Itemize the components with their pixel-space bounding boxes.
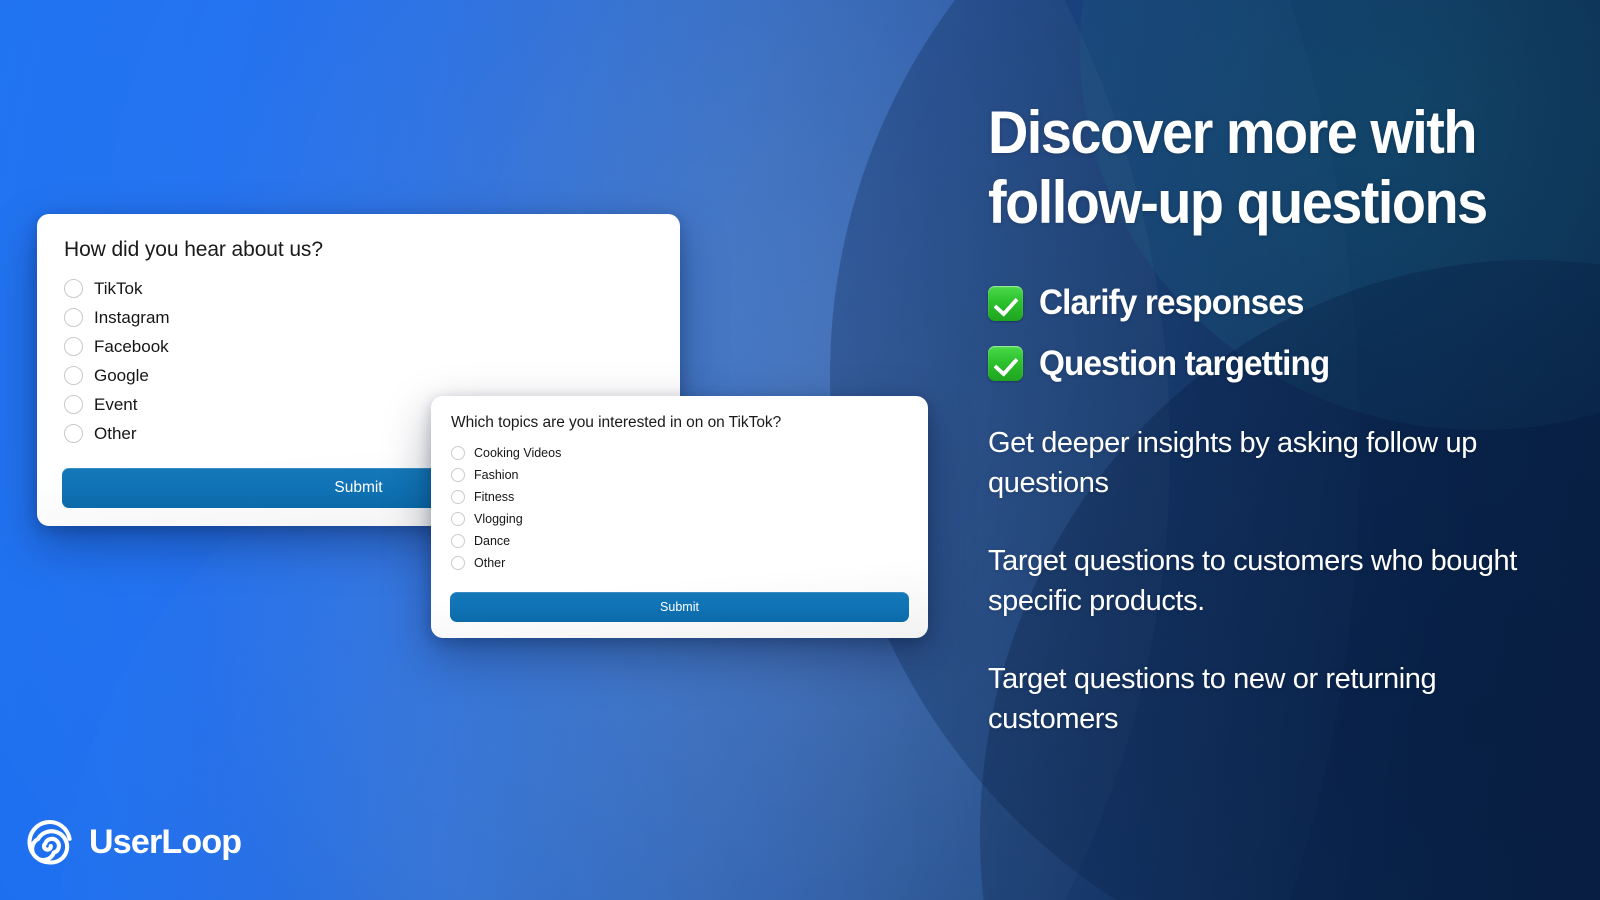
headline-line-2: follow-up questions: [988, 168, 1488, 236]
radio-button-icon[interactable]: [451, 468, 465, 482]
feature-bullet-question-targetting: Question targetting: [988, 343, 1548, 384]
radio-button-icon[interactable]: [64, 366, 83, 385]
survey-option-google[interactable]: Google: [64, 361, 680, 390]
feature-bullet-list: Clarify responses Question targetting: [988, 284, 1548, 383]
description-paragraph: Target questions to customers who bought…: [988, 545, 1517, 618]
check-mark-button-icon: [988, 285, 1023, 321]
survey-option-instagram[interactable]: Instagram: [64, 303, 680, 332]
radio-button-icon[interactable]: [451, 512, 465, 526]
description-paragraph: Target questions to new or returning cus…: [988, 663, 1437, 736]
survey-option-label: Facebook: [94, 336, 169, 356]
survey-option-fashion[interactable]: Fashion: [451, 464, 928, 486]
survey-option-label: Fashion: [474, 468, 519, 482]
survey-option-label: Event: [94, 394, 138, 414]
check-mark-button-icon: [988, 346, 1023, 382]
radio-button-icon[interactable]: [451, 556, 465, 570]
brand-logo: UserLoop: [24, 816, 242, 868]
headline-line-1: Discover more with: [988, 99, 1477, 166]
submit-button[interactable]: Submit: [450, 592, 909, 622]
feature-bullet-label: Clarify responses: [1039, 283, 1304, 323]
spiral-icon: [27, 820, 72, 865]
survey-option-label: Other: [474, 556, 506, 570]
feature-bullet-label: Question targetting: [1039, 343, 1330, 383]
survey-options-list: Cooking Videos Fashion Fitness Vlogging …: [451, 442, 928, 574]
promo-slide: How did you hear about us? TikTok Instag…: [0, 0, 1600, 900]
description-paragraph: Get deeper insights by asking follow up …: [988, 427, 1477, 500]
survey-option-fitness[interactable]: Fitness: [451, 486, 928, 508]
survey-option-label: Dance: [474, 534, 511, 548]
survey-option-dance[interactable]: Dance: [451, 530, 928, 552]
page-title: Discover more with follow-up questions: [988, 98, 1509, 237]
survey-option-cooking-videos[interactable]: Cooking Videos: [451, 442, 928, 464]
survey-option-facebook[interactable]: Facebook: [64, 332, 680, 361]
radio-button-icon[interactable]: [451, 490, 465, 504]
survey-option-label: Fitness: [474, 490, 515, 504]
radio-button-icon[interactable]: [64, 308, 83, 327]
survey-option-other[interactable]: Other: [451, 552, 928, 574]
radio-button-icon[interactable]: [64, 395, 83, 414]
marketing-copy-column: Discover more with follow-up questions C…: [988, 98, 1548, 777]
radio-button-icon[interactable]: [64, 424, 83, 443]
radio-button-icon[interactable]: [451, 446, 465, 460]
radio-button-icon[interactable]: [64, 279, 83, 298]
survey-card-tiktok-topics: Which topics are you interested in on on…: [431, 396, 928, 638]
feature-bullet-clarify-responses: Clarify responses: [988, 284, 1548, 323]
survey-question-title: Which topics are you interested in on on…: [451, 414, 782, 431]
survey-option-label: TikTok: [94, 278, 143, 298]
brand-name: UserLoop: [89, 822, 242, 861]
survey-option-label: Cooking Videos: [474, 446, 562, 460]
survey-option-label: Vlogging: [474, 512, 523, 526]
survey-option-tiktok[interactable]: TikTok: [64, 274, 680, 303]
survey-option-vlogging[interactable]: Vlogging: [451, 508, 928, 530]
survey-question-title: How did you hear about us?: [64, 238, 323, 261]
survey-option-label: Instagram: [94, 307, 170, 327]
survey-option-label: Other: [94, 423, 137, 443]
radio-button-icon[interactable]: [64, 337, 83, 356]
radio-button-icon[interactable]: [451, 534, 465, 548]
survey-option-label: Google: [94, 365, 149, 385]
description-paragraphs: Get deeper insights by asking follow up …: [988, 423, 1548, 739]
